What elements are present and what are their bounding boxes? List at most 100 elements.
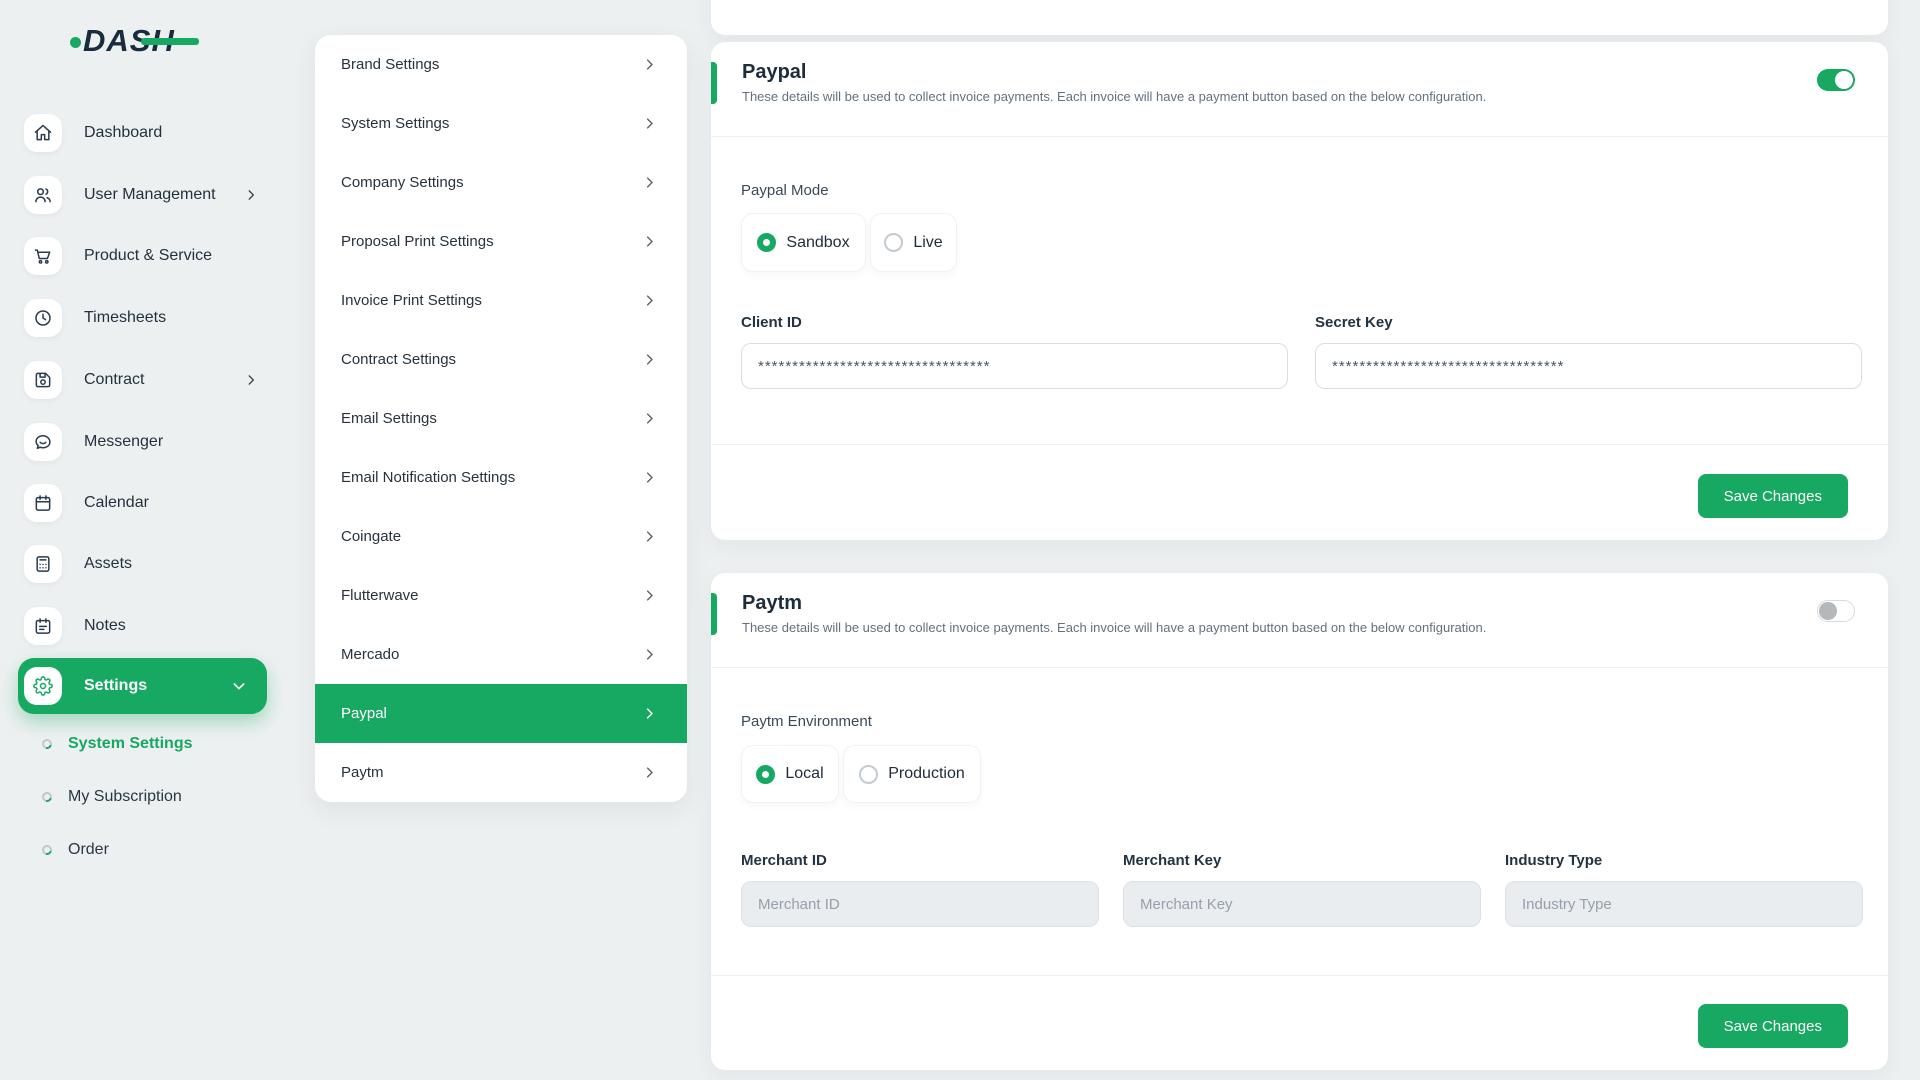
chevron-right-icon (642, 765, 657, 780)
client-id-field-group: Client ID (741, 315, 1288, 389)
menu-item-label: System Settings (341, 115, 449, 132)
sidebar-subitem-label: System Settings (68, 735, 192, 753)
sidebar-subitem-my-subscription[interactable]: My Subscription (42, 785, 182, 809)
chevron-right-icon (642, 588, 657, 603)
sidebar-subitem-order[interactable]: Order (42, 838, 109, 862)
chevron-right-icon (642, 411, 657, 426)
chevron-right-icon (642, 706, 657, 721)
merchant-id-input[interactable] (741, 881, 1099, 927)
chevron-right-icon (244, 188, 258, 202)
sidebar-item-timesheets[interactable]: Timesheets (24, 299, 280, 337)
paytm-card-footer: Save Changes (711, 975, 1888, 1070)
sidebar-item-contract[interactable]: Contract (24, 361, 280, 399)
notes-icon (24, 607, 62, 645)
menu-item-paytm[interactable]: Paytm (315, 743, 687, 802)
toggle-knob (1835, 71, 1853, 89)
chevron-down-icon (231, 678, 247, 694)
sidebar-subitem-system-settings[interactable]: System Settings (42, 732, 192, 756)
sidebar-item-settings[interactable]: Settings (18, 658, 267, 714)
paytm-environment-label: Paytm Environment (741, 713, 872, 731)
menu-item-brand-settings[interactable]: Brand Settings (315, 35, 687, 94)
menu-item-flutterwave[interactable]: Flutterwave (315, 566, 687, 625)
menu-item-label: Mercado (341, 646, 399, 663)
paytm-env-option-local[interactable]: Local (741, 745, 839, 803)
sidebar-item-label: Settings (84, 677, 147, 695)
gear-icon (24, 667, 62, 705)
client-id-label: Client ID (741, 315, 1288, 331)
paypal-card: Paypal These details will be used to col… (711, 42, 1888, 540)
paytm-env-option-production[interactable]: Production (843, 745, 981, 803)
paytm-environment-group: Local Production (741, 745, 981, 803)
paypal-save-button[interactable]: Save Changes (1698, 474, 1848, 518)
chevron-right-icon (642, 647, 657, 662)
secret-key-input[interactable] (1315, 343, 1862, 389)
menu-item-label: Flutterwave (341, 587, 419, 604)
bullet-icon (40, 790, 54, 804)
sidebar-item-label: User Management (84, 186, 216, 204)
sidebar-item-dashboard[interactable]: Dashboard (24, 114, 280, 152)
paytm-title: Paytm (742, 591, 1888, 615)
paytm-save-button[interactable]: Save Changes (1698, 1004, 1848, 1048)
chevron-right-icon (642, 352, 657, 367)
menu-item-email-settings[interactable]: Email Settings (315, 389, 687, 448)
calendar-icon (24, 484, 62, 522)
sidebar-item-label: Messenger (84, 433, 163, 451)
sidebar-item-label: Dashboard (84, 124, 162, 142)
paytm-card: Paytm These details will be used to coll… (711, 573, 1888, 1070)
sidebar-item-messenger[interactable]: Messenger (24, 423, 280, 461)
sidebar-item-label: Calendar (84, 494, 149, 512)
menu-item-mercado[interactable]: Mercado (315, 625, 687, 684)
sidebar: DASH Dashboard User Management Product &… (0, 0, 300, 1080)
sidebar-item-calendar[interactable]: Calendar (24, 484, 280, 522)
sidebar-item-assets[interactable]: Assets (24, 545, 280, 583)
menu-item-label: Brand Settings (341, 56, 439, 73)
users-icon (24, 176, 62, 214)
menu-item-invoice-print-settings[interactable]: Invoice Print Settings (315, 271, 687, 330)
menu-item-contract-settings[interactable]: Contract Settings (315, 330, 687, 389)
chevron-right-icon (642, 529, 657, 544)
sidebar-item-label: Notes (84, 617, 126, 635)
paypal-mode-option-sandbox[interactable]: Sandbox (741, 213, 866, 272)
clock-icon (24, 299, 62, 337)
radio-option-label: Sandbox (786, 234, 849, 252)
menu-item-proposal-print-settings[interactable]: Proposal Print Settings (315, 212, 687, 271)
sidebar-item-label: Contract (84, 371, 144, 389)
chevron-right-icon (642, 116, 657, 131)
menu-item-paypal[interactable]: Paypal (315, 684, 687, 743)
app-logo[interactable]: DASH (70, 22, 175, 60)
industry-type-field-group: Industry Type (1505, 853, 1863, 927)
app-screen: DASH Dashboard User Management Product &… (0, 0, 1920, 1080)
paytm-enabled-toggle[interactable] (1817, 600, 1855, 622)
merchant-id-field-group: Merchant ID (741, 853, 1099, 927)
sidebar-item-label: Product & Service (84, 247, 212, 265)
menu-item-label: Invoice Print Settings (341, 292, 482, 309)
radio-option-label: Live (913, 234, 942, 252)
merchant-key-field-group: Merchant Key (1123, 853, 1481, 927)
paypal-enabled-toggle[interactable] (1817, 69, 1855, 91)
sidebar-item-product-service[interactable]: Product & Service (24, 237, 280, 275)
chevron-right-icon (642, 234, 657, 249)
sidebar-item-notes[interactable]: Notes (24, 607, 280, 645)
menu-item-label: Company Settings (341, 174, 464, 191)
logo-dot-icon (70, 37, 81, 48)
paypal-description: These details will be used to collect in… (742, 89, 1888, 104)
menu-item-company-settings[interactable]: Company Settings (315, 153, 687, 212)
paytm-description: These details will be used to collect in… (742, 620, 1888, 635)
chevron-right-icon (642, 57, 657, 72)
settings-menu-panel: Brand Settings System Settings Company S… (315, 35, 687, 802)
sidebar-item-user-management[interactable]: User Management (24, 176, 280, 214)
menu-item-email-notification-settings[interactable]: Email Notification Settings (315, 448, 687, 507)
radio-unselected-icon (884, 233, 903, 252)
paypal-mode-option-live[interactable]: Live (870, 213, 957, 272)
paypal-mode-group: Sandbox Live (741, 213, 957, 272)
chevron-right-icon (244, 373, 258, 387)
menu-item-label: Proposal Print Settings (341, 233, 494, 250)
merchant-id-label: Merchant ID (741, 853, 1099, 869)
industry-type-input[interactable] (1505, 881, 1863, 927)
menu-item-system-settings[interactable]: System Settings (315, 94, 687, 153)
merchant-key-input[interactable] (1123, 881, 1481, 927)
menu-item-coingate[interactable]: Coingate (315, 507, 687, 566)
client-id-input[interactable] (741, 343, 1288, 389)
secret-key-label: Secret Key (1315, 315, 1862, 331)
radio-option-label: Production (888, 765, 965, 783)
